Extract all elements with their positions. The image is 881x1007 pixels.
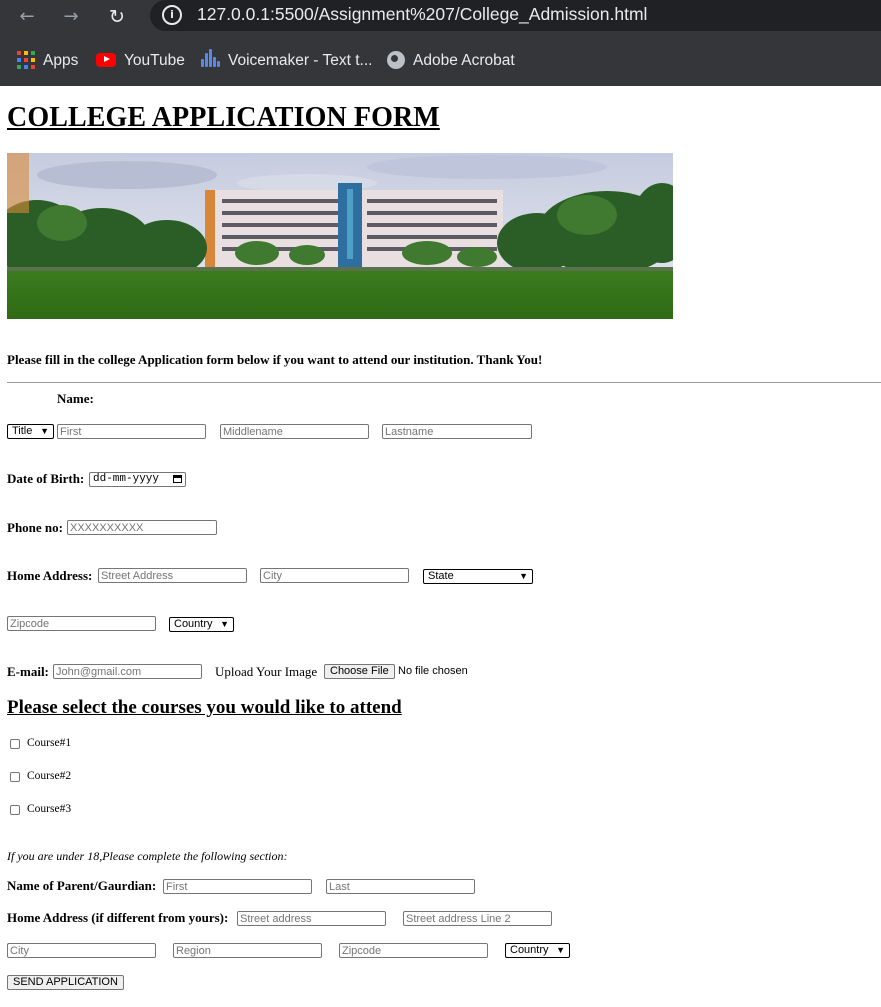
bookmark-label: Adobe Acrobat bbox=[413, 52, 515, 69]
choose-file-button[interactable]: Choose File bbox=[324, 664, 395, 679]
bookmark-label: YouTube bbox=[124, 52, 185, 69]
course-1-checkbox[interactable] bbox=[10, 739, 20, 749]
chevron-down-icon: ▼ bbox=[519, 571, 528, 581]
state-select-value: State bbox=[428, 570, 454, 582]
bookmarks-bar: Apps YouTube Voicemaker - Text t... Adob… bbox=[0, 35, 881, 86]
courses-heading: Please select the courses you would like… bbox=[7, 697, 402, 718]
forward-arrow-icon[interactable]: → bbox=[58, 4, 84, 30]
send-application-button[interactable]: SEND APPLICATION bbox=[7, 975, 124, 990]
guardian-street-input[interactable] bbox=[237, 911, 386, 926]
course-1-label: Course#1 bbox=[27, 737, 72, 749]
guardian-country-value: Country bbox=[510, 944, 549, 956]
guardian-city-input[interactable] bbox=[7, 943, 156, 958]
address-bar[interactable]: i 127.0.0.1:5500/Assignment%207/College_… bbox=[150, 0, 881, 31]
voicemaker-icon bbox=[200, 48, 220, 69]
bookmark-voicemaker[interactable]: Voicemaker - Text t... bbox=[200, 48, 373, 71]
calendar-icon[interactable] bbox=[173, 475, 182, 483]
page-title: COLLEGE APPLICATION FORM bbox=[7, 102, 440, 133]
guardian-country-select[interactable]: Country ▼ bbox=[505, 943, 570, 958]
chevron-down-icon: ▼ bbox=[220, 619, 229, 629]
title-select[interactable]: Title ▼ bbox=[7, 424, 54, 439]
guardian-region-input[interactable] bbox=[173, 943, 322, 958]
back-arrow-icon[interactable]: ← bbox=[14, 4, 40, 30]
divider bbox=[7, 382, 881, 383]
globe-icon bbox=[387, 50, 405, 69]
phone-label: Phone no: bbox=[7, 520, 63, 535]
reload-icon[interactable]: ↻ bbox=[104, 4, 130, 30]
upload-image-label: Upload Your Image bbox=[215, 664, 318, 679]
street-address-input[interactable] bbox=[98, 568, 247, 583]
chevron-down-icon: ▼ bbox=[556, 945, 565, 955]
parent-first-input[interactable] bbox=[163, 879, 312, 894]
apps-grid-icon bbox=[17, 50, 35, 69]
bookmark-adobe-acrobat[interactable]: Adobe Acrobat bbox=[387, 50, 515, 71]
course-2-checkbox[interactable] bbox=[10, 772, 20, 782]
email-input[interactable] bbox=[53, 664, 202, 679]
guardian-zipcode-input[interactable] bbox=[339, 943, 488, 958]
chevron-down-icon: ▼ bbox=[40, 426, 49, 436]
name-label: Name: bbox=[57, 391, 94, 406]
middle-name-input[interactable] bbox=[220, 424, 369, 439]
last-name-input[interactable] bbox=[382, 424, 532, 439]
bookmark-label: Apps bbox=[43, 52, 79, 69]
zipcode-input[interactable] bbox=[7, 616, 156, 631]
phone-input[interactable] bbox=[67, 520, 217, 535]
home-address-label: Home Address: bbox=[7, 568, 93, 583]
site-info-icon[interactable]: i bbox=[162, 5, 182, 25]
college-banner-image bbox=[7, 153, 673, 319]
parent-name-label: Name of Parent/Gaurdian: bbox=[7, 878, 157, 893]
city-input[interactable] bbox=[260, 568, 409, 583]
under-18-note: If you are under 18,Please complete the … bbox=[7, 849, 288, 863]
intro-text: Please fill in the college Application f… bbox=[7, 352, 543, 367]
course-2-label: Course#2 bbox=[27, 770, 72, 782]
course-3-checkbox[interactable] bbox=[10, 805, 20, 815]
bookmark-label: Voicemaker - Text t... bbox=[228, 52, 373, 69]
bookmark-youtube[interactable]: YouTube bbox=[96, 51, 185, 71]
course-3-label: Course#3 bbox=[27, 803, 72, 815]
guardian-address-label: Home Address (if different from yours): bbox=[7, 910, 229, 925]
bookmark-apps[interactable]: Apps bbox=[17, 50, 79, 71]
parent-last-input[interactable] bbox=[326, 879, 475, 894]
dob-placeholder: dd-mm-yyyy bbox=[93, 473, 160, 485]
youtube-icon bbox=[96, 52, 116, 67]
email-label: E-mail: bbox=[7, 664, 49, 679]
title-select-value: Title bbox=[12, 425, 33, 437]
country-select[interactable]: Country ▼ bbox=[169, 617, 234, 632]
first-name-input[interactable] bbox=[57, 424, 206, 439]
country-select-value: Country bbox=[174, 618, 213, 630]
dob-input[interactable]: dd-mm-yyyy bbox=[89, 472, 186, 487]
dob-label: Date of Birth: bbox=[7, 471, 85, 486]
state-select[interactable]: State ▼ bbox=[423, 569, 533, 584]
browser-toolbar: ← → ↻ i 127.0.0.1:5500/Assignment%207/Co… bbox=[0, 0, 881, 35]
guardian-street2-input[interactable] bbox=[403, 911, 552, 926]
file-status-text: No file chosen bbox=[398, 665, 468, 677]
url-text[interactable]: 127.0.0.1:5500/Assignment%207/College_Ad… bbox=[197, 4, 647, 25]
